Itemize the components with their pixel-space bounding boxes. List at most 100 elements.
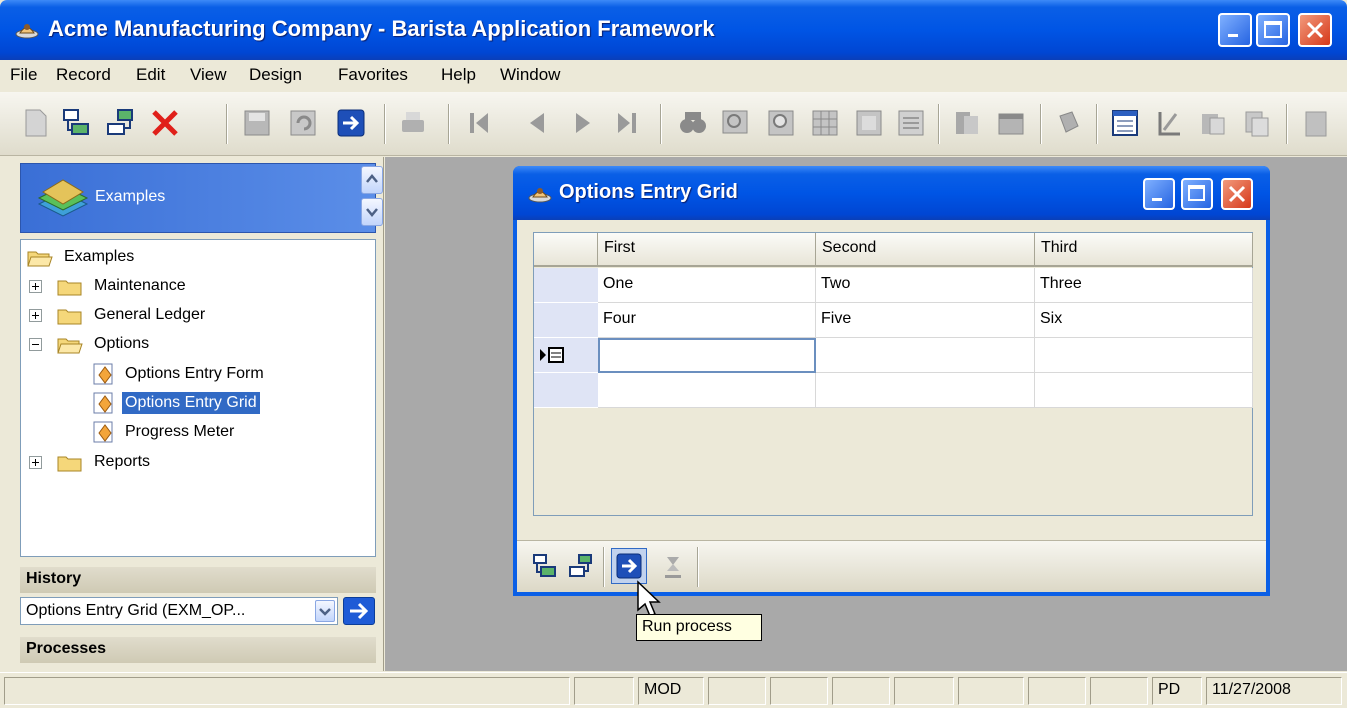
child-maximize-button[interactable] [1181,178,1213,210]
scroll-down-button[interactable] [361,198,383,226]
history-go-button[interactable] [343,597,375,625]
zoom-icon[interactable] [764,106,798,140]
grid-cell[interactable]: Four [598,303,816,338]
save-icon[interactable] [240,106,274,140]
insert-icon[interactable] [60,106,94,140]
row-header[interactable] [534,268,598,303]
form-icon[interactable] [852,106,886,140]
grid-cell[interactable] [598,373,816,408]
tree-node-maintenance[interactable]: Maintenance [25,275,285,297]
row-header[interactable] [534,303,598,338]
toolbar-separator [1096,104,1098,144]
tree-node-general-ledger[interactable]: General Ledger [25,304,285,326]
column-header-second[interactable]: Second [816,233,1035,267]
calculator-icon[interactable] [1052,106,1086,140]
lookup-icon[interactable] [718,106,752,140]
close-button[interactable] [1298,13,1332,47]
find-icon[interactable] [676,106,710,140]
paste-icon[interactable] [1196,106,1230,140]
grid-cell[interactable] [1035,373,1253,408]
collapse-icon[interactable] [29,338,42,351]
grid-cell[interactable]: Two [816,268,1035,303]
dropdown-button[interactable] [315,600,335,622]
menu-edit[interactable]: Edit [136,65,165,85]
expand-icon[interactable] [29,280,42,293]
grid-icon[interactable] [808,106,842,140]
copy-row-icon[interactable] [567,551,595,581]
clipboard-icon[interactable] [1300,106,1334,140]
menu-view[interactable]: View [190,65,227,85]
grid-cell[interactable]: Six [1035,303,1253,338]
copy-icon[interactable] [1240,106,1274,140]
clear-icon[interactable] [659,551,687,581]
scroll-up-button[interactable] [361,166,383,194]
books-icon [37,179,89,217]
tree-node-progress-meter[interactable]: Progress Meter [93,421,353,443]
grid-cell[interactable] [1035,338,1253,373]
status-panel [1028,677,1086,705]
menu-window[interactable]: Window [500,65,560,85]
grid-cell[interactable]: Five [816,303,1035,338]
history-dropdown[interactable]: Options Entry Grid (EXM_OP... [20,597,338,625]
minimize-icon [1228,34,1238,37]
previous-record-icon[interactable] [520,106,554,140]
minimize-button[interactable] [1218,13,1252,47]
new-record-icon[interactable] [18,106,52,140]
tree-node-label: Options Entry Grid [122,392,260,414]
print-icon[interactable] [396,106,430,140]
tree-node-reports[interactable]: Reports [25,451,285,473]
grid-cell-active[interactable] [598,338,816,373]
grid-corner [534,233,598,267]
copy-record-icon[interactable] [104,106,138,140]
status-panel [1090,677,1148,705]
row-header[interactable] [534,373,598,408]
close-icon [1228,185,1246,203]
report-icon[interactable] [894,106,928,140]
menu-record[interactable]: Record [56,65,111,85]
undo-icon[interactable] [286,106,320,140]
row-header[interactable] [534,338,598,373]
column-header-third[interactable]: Third [1035,233,1253,267]
menu-help[interactable]: Help [441,65,476,85]
delete-icon[interactable] [148,106,182,140]
status-panel [894,677,954,705]
chart-icon[interactable] [950,106,984,140]
next-record-icon[interactable] [566,106,600,140]
status-panel [770,677,828,705]
expand-icon[interactable] [29,456,42,469]
run-process-icon[interactable] [334,106,368,140]
grid-cell[interactable]: One [598,268,816,303]
notes-icon[interactable] [994,106,1028,140]
tree-node-options[interactable]: Options [25,333,285,355]
grid-cell[interactable]: Three [1035,268,1253,303]
design-icon[interactable] [1108,106,1142,140]
first-record-icon[interactable] [462,106,496,140]
run-process-tooltip: Run process [636,614,762,641]
menu-file[interactable]: File [10,65,37,85]
maximize-button[interactable] [1256,13,1290,47]
tree-node-options-entry-grid[interactable]: Options Entry Grid [93,392,353,414]
expand-icon[interactable] [29,309,42,322]
tree-node-options-entry-form[interactable]: Options Entry Form [93,363,353,385]
processes-section-header[interactable]: Processes [20,637,376,663]
grid-cell[interactable] [816,373,1035,408]
toolbar-separator [603,547,605,587]
folder-icon [57,280,82,296]
child-minimize-button[interactable] [1143,178,1175,210]
column-header-first[interactable]: First [598,233,816,267]
form-designer-icon[interactable] [1152,106,1186,140]
tree-node-examples[interactable]: Examples [25,246,225,268]
main-title-bar[interactable]: Acme Manufacturing Company - Barista App… [0,0,1347,60]
grid-cell[interactable] [816,338,1035,373]
status-panel [958,677,1024,705]
run-process-button[interactable] [611,548,647,584]
child-title-bar[interactable]: Options Entry Grid [513,166,1270,220]
menu-favorites[interactable]: Favorites [338,65,408,85]
last-record-icon[interactable] [610,106,644,140]
history-section-header[interactable]: History [20,567,376,593]
module-selector[interactable]: Examples [20,163,383,233]
toolbar-separator [660,104,662,144]
insert-row-icon[interactable] [531,551,559,581]
menu-design[interactable]: Design [249,65,302,85]
child-close-button[interactable] [1221,178,1253,210]
